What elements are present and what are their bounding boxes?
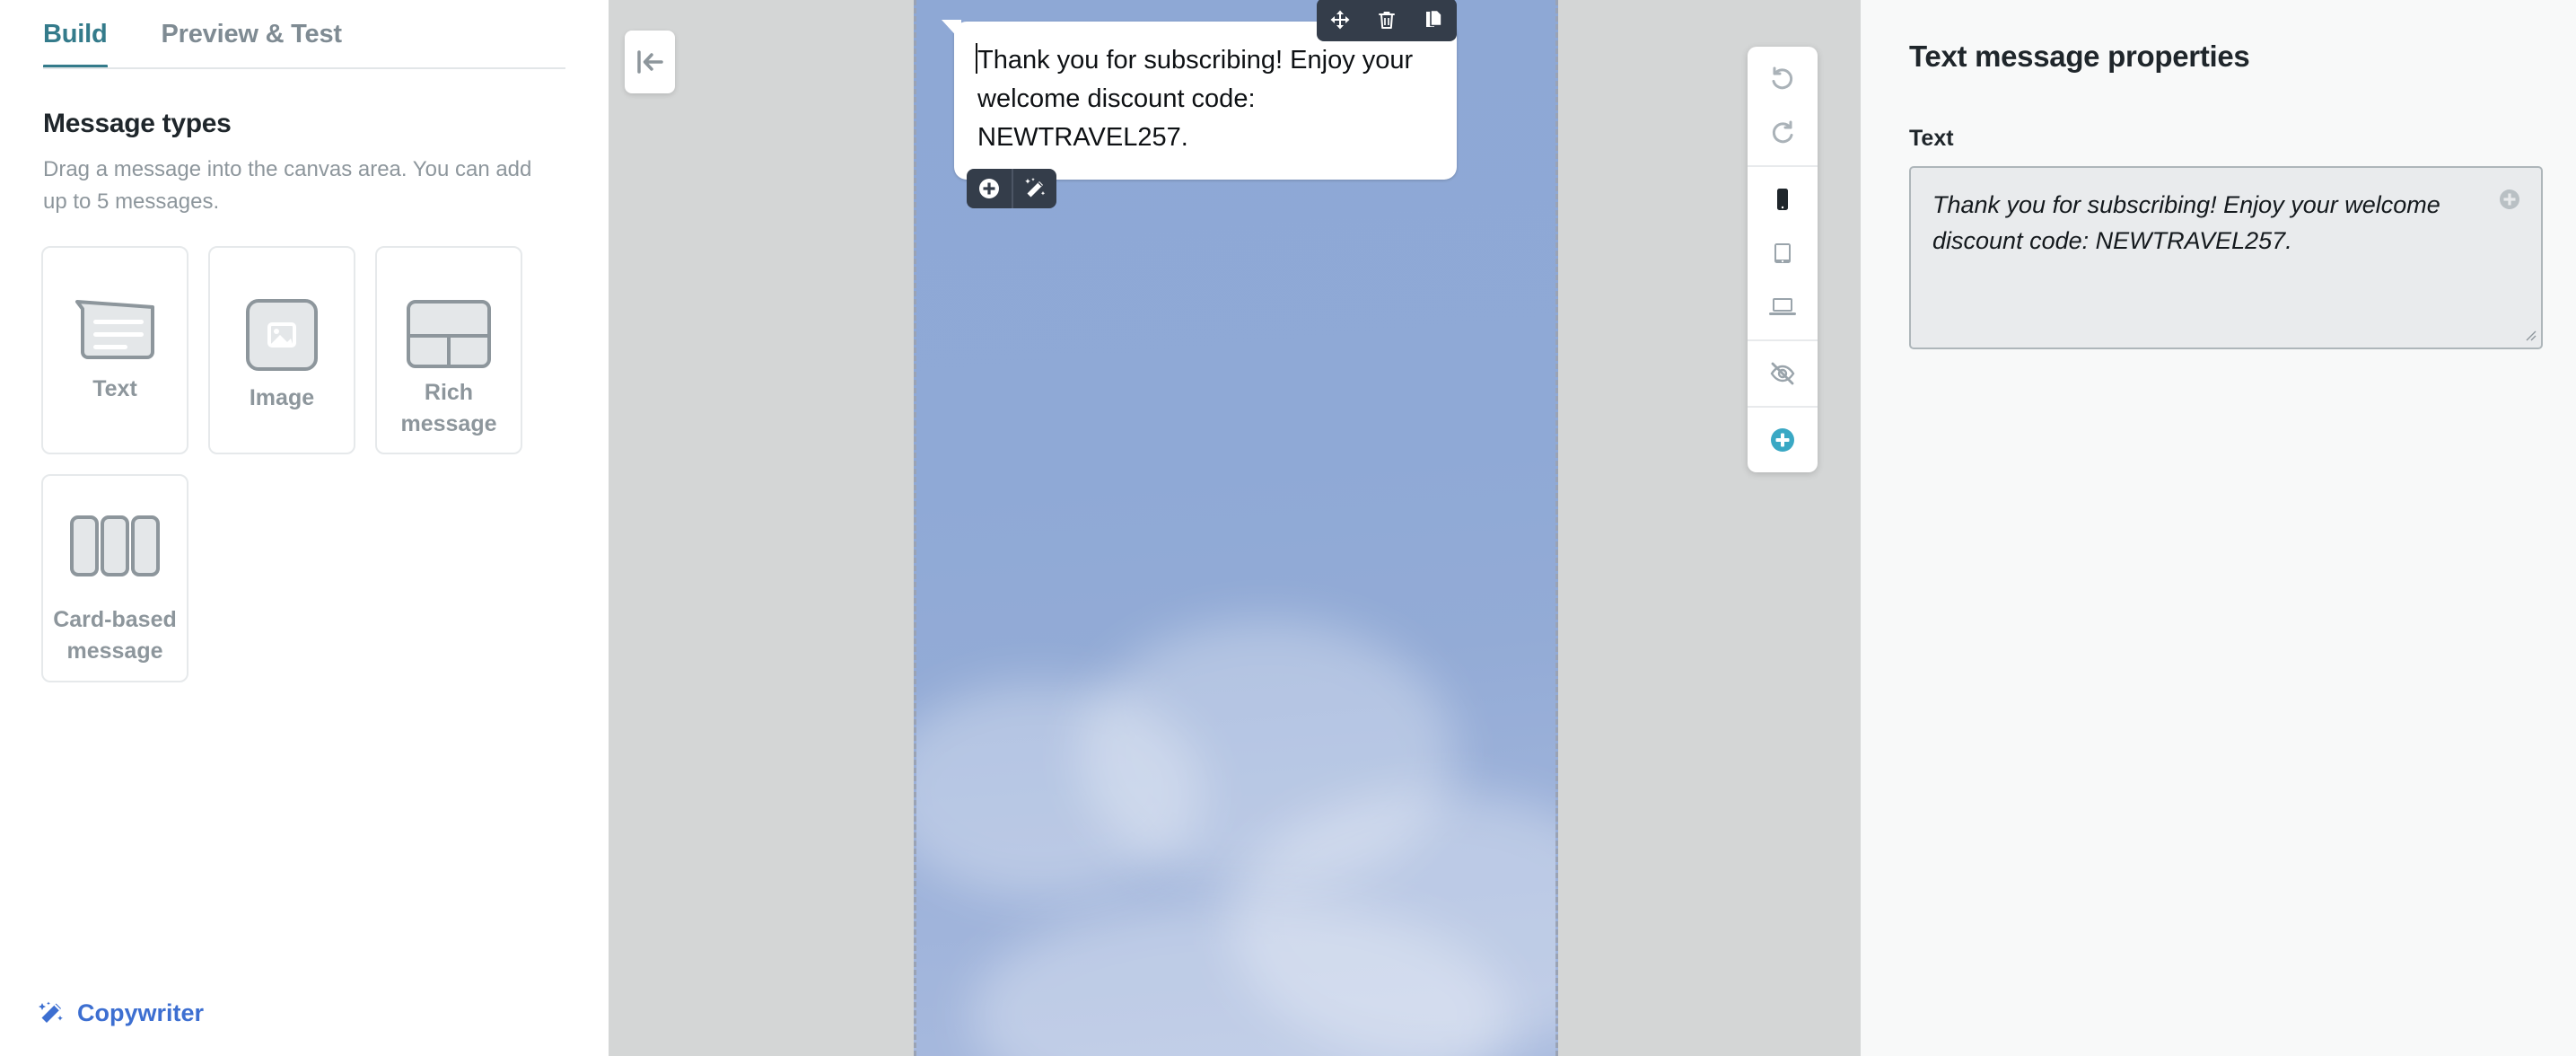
redo-button[interactable] (1748, 106, 1818, 160)
message-type-rich-message-label: Rich message (400, 379, 497, 437)
message-bubble-text: Thank you for subscribing! Enjoy your we… (977, 46, 1421, 153)
message-type-card-based-message-label: Card-based message (53, 606, 177, 664)
message-type-rich-message[interactable]: Rich message (375, 245, 522, 454)
move-icon (1329, 9, 1351, 31)
duplicate-icon (1423, 9, 1444, 31)
tab-divider (43, 67, 565, 69)
canvas-area: Thank you for subscribing! Enjoy your we… (609, 0, 1861, 1056)
image-placeholder-icon (244, 292, 320, 378)
undo-button[interactable] (1748, 52, 1818, 106)
move-message-button[interactable] (1317, 0, 1363, 41)
message-top-toolbar (1317, 0, 1457, 41)
message-type-list: Text Image Rich message Card-based messa… (41, 245, 562, 682)
copywriter-message-button[interactable] (1012, 168, 1056, 208)
section-title: Message types (43, 109, 232, 138)
text-field-wrapper (1909, 166, 2543, 349)
copywriter-label: Copywriter (77, 999, 205, 1026)
tab-preview-and-test-label: Preview & Test (161, 20, 343, 48)
toolbar-divider (1748, 165, 1818, 167)
message-text-input[interactable] (1909, 166, 2543, 349)
text-caret (976, 43, 977, 74)
add-message-button[interactable] (967, 169, 1012, 208)
add-element-button[interactable] (1748, 413, 1818, 467)
tab-bar: Build Preview & Test (0, 20, 609, 69)
toolbar-divider (1748, 406, 1818, 408)
duplicate-message-button[interactable] (1410, 0, 1457, 41)
tab-build[interactable]: Build (43, 20, 108, 69)
magic-wand-icon (1023, 177, 1047, 200)
section-description: Drag a message into the canvas area. You… (43, 157, 532, 215)
tab-preview-and-test[interactable]: Preview & Test (161, 20, 343, 69)
text-field-label: Text (1909, 126, 1954, 151)
message-type-card-based-message[interactable]: Card-based message (41, 473, 188, 682)
plus-circle-icon (977, 177, 1001, 200)
message-type-image[interactable]: Image (208, 245, 355, 454)
tablet-icon (1769, 240, 1796, 267)
mobile-preview-button[interactable] (1748, 172, 1818, 226)
insert-personalization-icon[interactable] (2496, 186, 2523, 213)
message-type-image-label: Image (249, 385, 315, 411)
delete-message-button[interactable] (1363, 0, 1410, 41)
phone-preview-frame: Thank you for subscribing! Enjoy your we… (914, 0, 1558, 1056)
hide-overlay-button[interactable] (1748, 347, 1818, 400)
desktop-icon (1768, 294, 1797, 321)
device-toolbar (1748, 47, 1818, 472)
copywriter-link[interactable]: Copywriter (38, 999, 204, 1027)
redo-icon (1767, 118, 1798, 148)
card-carousel-icon (68, 510, 162, 585)
collapse-left-icon (635, 47, 665, 77)
eye-off-icon (1768, 359, 1797, 388)
properties-title: Text message properties (1909, 40, 2250, 73)
properties-panel: Text message properties Text (1861, 0, 2576, 1056)
tab-build-label: Build (43, 20, 108, 48)
plus-circle-icon (1767, 425, 1798, 455)
canvas-message-text[interactable]: Thank you for subscribing! Enjoy your we… (942, 0, 1457, 208)
trash-icon (1376, 9, 1398, 31)
mobile-icon (1769, 186, 1796, 213)
message-bubble[interactable]: Thank you for subscribing! Enjoy your we… (942, 20, 1457, 180)
toolbar-divider (1748, 339, 1818, 341)
text-bubble-icon (72, 287, 158, 374)
collapse-sidebar-button[interactable] (625, 31, 675, 93)
magic-wand-icon (38, 1000, 65, 1027)
undo-icon (1767, 64, 1798, 94)
message-type-text-label: Text (92, 376, 137, 402)
message-type-text[interactable]: Text (41, 245, 188, 454)
left-sidebar: Build Preview & Test Message types Drag … (0, 0, 609, 1056)
app-root: Build Preview & Test Message types Drag … (0, 0, 2576, 1056)
message-bottom-toolbar (967, 168, 1056, 208)
rich-layout-icon (405, 291, 493, 377)
desktop-preview-button[interactable] (1748, 280, 1818, 334)
tablet-preview-button[interactable] (1748, 226, 1818, 280)
